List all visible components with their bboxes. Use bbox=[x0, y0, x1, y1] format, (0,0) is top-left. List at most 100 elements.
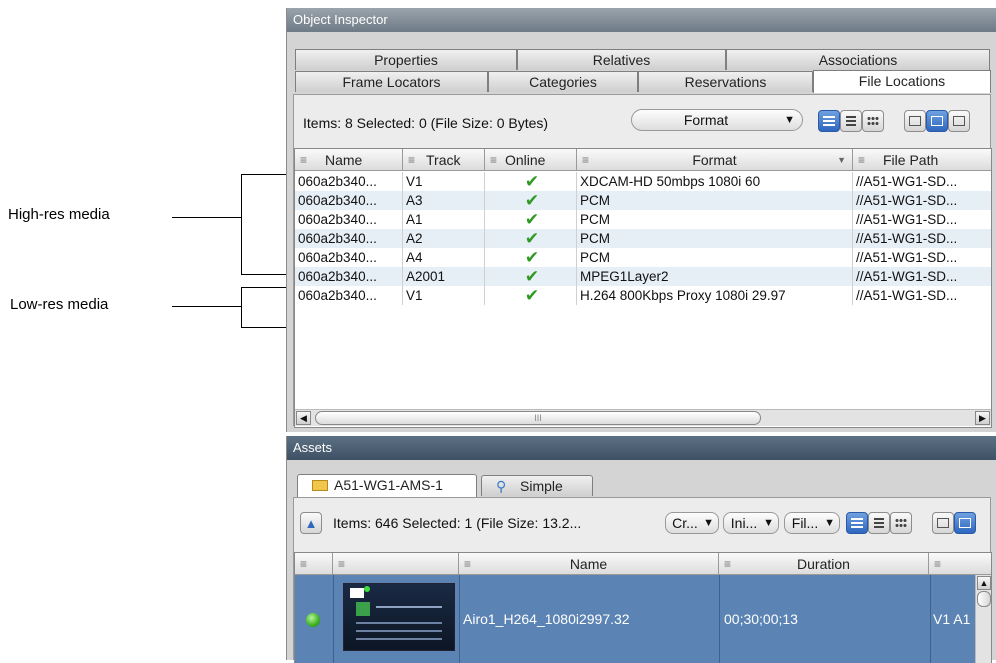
medium-thumb-icon bbox=[931, 116, 943, 126]
online-check-icon: ✔ bbox=[485, 248, 577, 267]
file-locations-status: Items: 8 Selected: 0 (File Size: 0 Bytes… bbox=[303, 115, 549, 131]
chevron-down-icon: ▼ bbox=[703, 517, 714, 529]
tab-simple-search[interactable]: ⚲ Simple bbox=[481, 475, 593, 496]
table-row[interactable]: 060a2b340... A1 ✔ PCM //A51-WG1-SD... bbox=[295, 210, 991, 229]
col-thumbnail-header[interactable]: ≡ bbox=[333, 553, 459, 575]
low-res-connector bbox=[172, 306, 242, 307]
detail-view-icon bbox=[874, 518, 884, 528]
online-check-icon: ✔ bbox=[485, 172, 577, 191]
assets-status: Items: 646 Selected: 1 (File Size: 13.2.… bbox=[333, 515, 582, 531]
format-combo-label: Format bbox=[683, 112, 729, 128]
column-menu-icon: ≡ bbox=[408, 153, 416, 167]
tab-file-locations[interactable]: File Locations bbox=[813, 70, 991, 93]
table-row[interactable]: 060a2b340... V1 ✔ H.264 800Kbps Proxy 10… bbox=[295, 286, 991, 305]
tab-categories[interactable]: Categories bbox=[488, 71, 638, 92]
table-row[interactable]: 060a2b340... A2001 ✔ MPEG1Layer2 //A51-W… bbox=[295, 267, 991, 286]
tab-properties[interactable]: Properties bbox=[295, 49, 517, 70]
col-name-header[interactable]: ≡ Name bbox=[295, 149, 403, 171]
object-inspector-panel: Object Inspector Properties Relatives As… bbox=[286, 8, 996, 432]
list-view-icon bbox=[851, 518, 863, 528]
column-menu-icon: ≡ bbox=[300, 557, 308, 571]
column-menu-icon: ≡ bbox=[300, 153, 308, 167]
medium-thumb-button[interactable] bbox=[926, 110, 948, 132]
col-filepath-header[interactable]: ≡ File Path bbox=[853, 149, 991, 171]
online-check-icon: ✔ bbox=[485, 191, 577, 210]
file-locations-content: Items: 8 Selected: 0 (File Size: 0 Bytes… bbox=[293, 94, 992, 428]
format-combo[interactable]: Format ▼ bbox=[631, 109, 803, 131]
scroll-left-button[interactable]: ◀ bbox=[296, 411, 311, 425]
assets-large-thumb-button[interactable] bbox=[954, 512, 976, 534]
object-inspector-title: Object Inspector bbox=[287, 8, 996, 32]
tab-frame-locators[interactable]: Frame Locators bbox=[295, 71, 488, 92]
sort-arrow-icon: ▼ bbox=[837, 155, 846, 165]
small-thumb-button[interactable] bbox=[904, 110, 926, 132]
assets-content: ▲ Items: 646 Selected: 1 (File Size: 13.… bbox=[293, 497, 992, 663]
assets-small-thumb-button[interactable] bbox=[932, 512, 954, 534]
list-view-button[interactable] bbox=[818, 110, 840, 132]
tab-reservations[interactable]: Reservations bbox=[638, 71, 813, 92]
assets-list-view-button[interactable] bbox=[846, 512, 868, 534]
filter-combo[interactable]: Fil... ▼ bbox=[784, 512, 840, 534]
scroll-right-button[interactable]: ▶ bbox=[975, 411, 990, 425]
vertical-scrollbar[interactable]: ▲ bbox=[975, 575, 991, 663]
badge-icon bbox=[350, 588, 364, 598]
up-arrow-icon: ▲ bbox=[304, 515, 318, 531]
col-online-header[interactable]: ≡ Online bbox=[485, 149, 577, 171]
tab-relatives[interactable]: Relatives bbox=[517, 49, 726, 70]
scroll-thumb[interactable]: III bbox=[315, 411, 761, 425]
horizontal-scrollbar[interactable]: ◀ III ▶ bbox=[295, 409, 991, 426]
asset-name: Airo1_H264_1080i2997.32 bbox=[463, 611, 630, 627]
online-check-icon: ✔ bbox=[485, 210, 577, 229]
search-icon: ⚲ bbox=[496, 478, 507, 494]
small-thumb-icon bbox=[909, 116, 921, 126]
high-res-connector bbox=[172, 217, 242, 218]
col-status-header[interactable]: ≡ bbox=[295, 553, 333, 575]
column-menu-icon: ≡ bbox=[858, 153, 866, 167]
up-folder-button[interactable]: ▲ bbox=[300, 512, 322, 534]
table-row[interactable]: 060a2b340... A3 ✔ PCM //A51-WG1-SD... bbox=[295, 191, 991, 210]
high-res-label: High-res media bbox=[8, 206, 110, 223]
scroll-up-button[interactable]: ▲ bbox=[977, 576, 991, 590]
grid-view-button[interactable] bbox=[862, 110, 884, 132]
folder-icon bbox=[312, 480, 328, 491]
low-res-label: Low-res media bbox=[10, 296, 109, 313]
low-res-bracket bbox=[241, 287, 242, 328]
assets-panel: Assets A51-WG1-AMS-1 ⚲ Simple ▲ Items: 6… bbox=[286, 436, 996, 663]
tab-associations[interactable]: Associations bbox=[726, 49, 990, 70]
online-dot-icon bbox=[364, 586, 370, 592]
col-format-header[interactable]: ≡ Format ▼ bbox=[577, 149, 853, 171]
table-row[interactable]: 060a2b340... A4 ✔ PCM //A51-WG1-SD... bbox=[295, 248, 991, 267]
asset-duration: 00;30;00;13 bbox=[724, 611, 798, 627]
vertical-scroll-thumb[interactable] bbox=[977, 591, 991, 607]
table-row[interactable]: 060a2b340... A2 ✔ PCM //A51-WG1-SD... bbox=[295, 229, 991, 248]
tab-ams-folder[interactable]: A51-WG1-AMS-1 bbox=[297, 474, 477, 497]
assets-detail-view-button[interactable] bbox=[868, 512, 890, 534]
col-asset-name-header[interactable]: ≡ Name bbox=[459, 553, 719, 575]
column-menu-icon: ≡ bbox=[490, 153, 498, 167]
file-locations-table: ≡ Name ≡ Track ≡ Online ≡ Format ▼ ≡ File Path… bbox=[294, 148, 992, 428]
asset-row-selected[interactable]: Airo1_H264_1080i2997.32 00;30;00;13 V1 A… bbox=[295, 575, 975, 663]
col-duration-header[interactable]: ≡ Duration bbox=[719, 553, 929, 575]
created-combo[interactable]: Cr... ▼ bbox=[665, 512, 719, 534]
assets-table: ≡ ≡ ≡ Name ≡ Duration ≡ Airo1_H264_1080i… bbox=[294, 552, 992, 663]
detail-view-button[interactable] bbox=[840, 110, 862, 132]
table-row[interactable]: 060a2b340... V1 ✔ XDCAM-HD 50mbps 1080i … bbox=[295, 172, 991, 191]
list-view-icon bbox=[823, 116, 835, 126]
col-tracks-header[interactable]: ≡ bbox=[929, 553, 991, 575]
ini-combo[interactable]: Ini... ▼ bbox=[723, 512, 779, 534]
chevron-down-icon: ▼ bbox=[784, 114, 795, 126]
chevron-down-icon: ▼ bbox=[763, 517, 774, 529]
online-check-icon: ✔ bbox=[485, 229, 577, 248]
online-check-icon: ✔ bbox=[485, 267, 577, 286]
high-res-bracket bbox=[241, 174, 242, 275]
col-track-header[interactable]: ≡ Track bbox=[403, 149, 485, 171]
large-thumb-icon bbox=[959, 518, 971, 528]
assets-grid-view-button[interactable] bbox=[890, 512, 912, 534]
thumbnail-logo-icon bbox=[356, 602, 370, 616]
detail-view-icon bbox=[846, 116, 856, 126]
online-check-icon: ✔ bbox=[485, 286, 577, 305]
video-thumbnail bbox=[343, 583, 455, 651]
online-status-icon bbox=[306, 613, 320, 627]
large-thumb-icon bbox=[953, 116, 965, 126]
large-thumb-button[interactable] bbox=[948, 110, 970, 132]
